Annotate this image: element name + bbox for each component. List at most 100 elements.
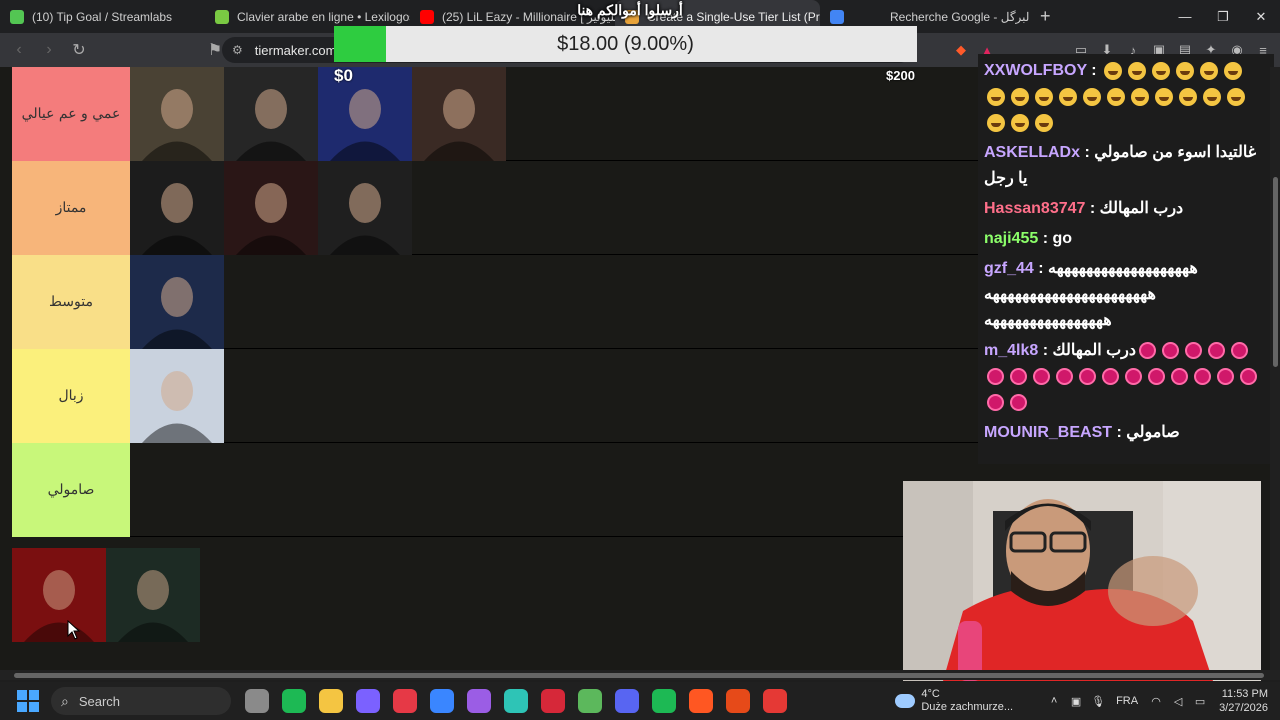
pink-dot-emote-icon [1194,368,1211,386]
laughing-emoji-icon [1179,87,1197,106]
reload-icon[interactable]: ↻ [66,37,92,63]
horizontal-scrollbar[interactable] [0,670,1280,680]
back-icon[interactable]: ‹ [6,37,32,63]
taskbar-app-icon[interactable] [615,689,639,713]
clock[interactable]: 11:53 PM 3/27/2026 [1219,687,1280,715]
minimize-icon[interactable]: — [1166,0,1204,33]
tier-label[interactable]: عمي و عم عيالي [12,67,130,161]
chevron-up-icon[interactable]: ˄ [1043,695,1065,707]
tier-item-image[interactable] [130,67,224,161]
laughing-emoji-icon [1203,87,1221,106]
pink-dot-emote-icon [1240,368,1257,386]
tier-item-image[interactable] [130,255,224,349]
tier-item-image[interactable] [412,67,506,161]
tier-row[interactable]: متوسط [12,255,1012,349]
taskbar-app-icon[interactable] [541,689,565,713]
forward-icon[interactable]: › [36,37,62,63]
wifi-icon[interactable]: ◠ [1145,695,1167,708]
tier-item-image[interactable] [130,161,224,255]
tier-label[interactable]: ممتاز [12,161,130,255]
webcam-feed [903,481,1261,681]
taskbar-app-icon[interactable] [467,689,491,713]
pink-dot-emote-icon [1079,368,1096,386]
site-info-icon[interactable]: ⚙ [232,43,243,57]
tier-items [130,349,224,443]
laughing-emoji-icon [1224,61,1243,80]
tier-item-image[interactable] [130,349,224,443]
tier-row[interactable]: ممتاز [12,161,1012,255]
laughing-emoji-icon [1083,87,1101,106]
tray-app-icon[interactable]: ▣ [1065,695,1087,708]
unranked-item-image[interactable] [12,548,106,642]
tier-label[interactable]: متوسط [12,255,130,349]
unranked-pool [12,548,200,642]
taskbar-app-icon[interactable] [245,689,269,713]
battery-icon[interactable]: ▭ [1189,695,1211,708]
taskbar-app-icon[interactable] [430,689,454,713]
taskbar-app-icon[interactable] [282,689,306,713]
taskbar-app-icon[interactable] [763,689,787,713]
chat-message: m_4lk8 : درب المهالك [984,338,1268,416]
tab-label: Recherche Google - لبرگل [890,9,1030,24]
tab-favicon-icon [420,9,434,24]
pink-dot-emote-icon [1208,342,1226,360]
taskbar-app-icon[interactable] [726,689,750,713]
laughing-emoji-icon [1152,61,1171,80]
taskbar-app-icon[interactable] [652,689,676,713]
tip-goal-bar: $18.00 (9.00%) [334,26,917,62]
taskbar-app-icon[interactable] [689,689,713,713]
taskbar-app-icon[interactable] [393,689,417,713]
weather-cloud-icon [895,694,916,708]
laughing-emoji-icon [1107,87,1125,106]
pink-dot-emote-icon [1171,368,1188,386]
chat-username: gzf_44 [984,260,1034,277]
laughing-emoji-icon [1011,113,1029,132]
brave-shield-icon[interactable]: ◆ [952,42,970,58]
vertical-scrollbar[interactable] [1270,67,1280,670]
taskbar-app-icon[interactable] [578,689,602,713]
tier-row[interactable]: صامولي [12,443,1012,537]
new-tab-icon[interactable]: + [1030,0,1061,33]
tier-item-image[interactable] [224,67,318,161]
chat-username: ASKELLADx [984,144,1081,161]
tab-tip-goal[interactable]: (10) Tip Goal / Streamlabs [0,0,205,33]
laughing-emoji-icon [1128,61,1147,80]
tab-label: Clavier arabe en ligne • Lexilogos [237,9,410,24]
tab-favicon-icon [215,9,229,24]
system-tray: 4°C Duże zachmurze... ˄ ▣ 🎙 FRA ◠ ◁ ▭ 11… [895,682,1280,720]
tier-label[interactable]: صامولي [12,443,130,537]
chat-message: MOUNIR_BEAST : صامولي [984,424,1180,441]
taskbar-app-icon[interactable] [319,689,343,713]
chat-message: naji455 : go [984,230,1073,247]
tier-row[interactable]: زبال [12,349,1012,443]
screen: (10) Tip Goal / Streamlabs Clavier arabe… [0,0,1280,720]
pink-dot-emote-icon [987,394,1004,412]
microphone-icon[interactable]: 🎙 [1087,695,1109,708]
goal-max-label: $200 [886,68,915,83]
taskbar-app-icon[interactable] [504,689,528,713]
windows-taskbar: ⌕ Search 4°C Duże zachmurze... ˄ ▣ 🎙 FRA… [0,682,1280,720]
pink-dot-emote-icon [1033,368,1050,386]
pink-dot-emote-icon [1010,368,1027,386]
taskbar-search[interactable]: ⌕ Search [51,687,231,715]
taskbar-app-icon[interactable] [356,689,380,713]
pink-dot-emote-icon [1148,368,1165,386]
volume-icon[interactable]: ◁ [1167,695,1189,708]
tier-label[interactable]: زبال [12,349,130,443]
pink-dot-emote-icon [1125,368,1142,386]
chat-text: درب المهالك [1099,200,1184,217]
unranked-item-image[interactable] [106,548,200,642]
laughing-emoji-icon [987,87,1005,106]
pink-dot-emote-icon [1217,368,1234,386]
weather-widget[interactable]: 4°C Duże zachmurze... [895,688,1013,714]
chat-username: Hassan83747 [984,200,1086,217]
windows-start-icon[interactable] [17,690,39,712]
tier-row[interactable]: عمي و عم عيالي [12,67,1012,161]
tier-item-image[interactable] [318,67,412,161]
laughing-emoji-icon [1035,113,1053,132]
tier-item-image[interactable] [318,161,412,255]
close-window-icon[interactable]: ✕ [1242,0,1280,33]
tier-item-image[interactable] [224,161,318,255]
language-indicator[interactable]: FRA [1109,695,1145,707]
maximize-icon[interactable]: ❐ [1204,0,1242,33]
